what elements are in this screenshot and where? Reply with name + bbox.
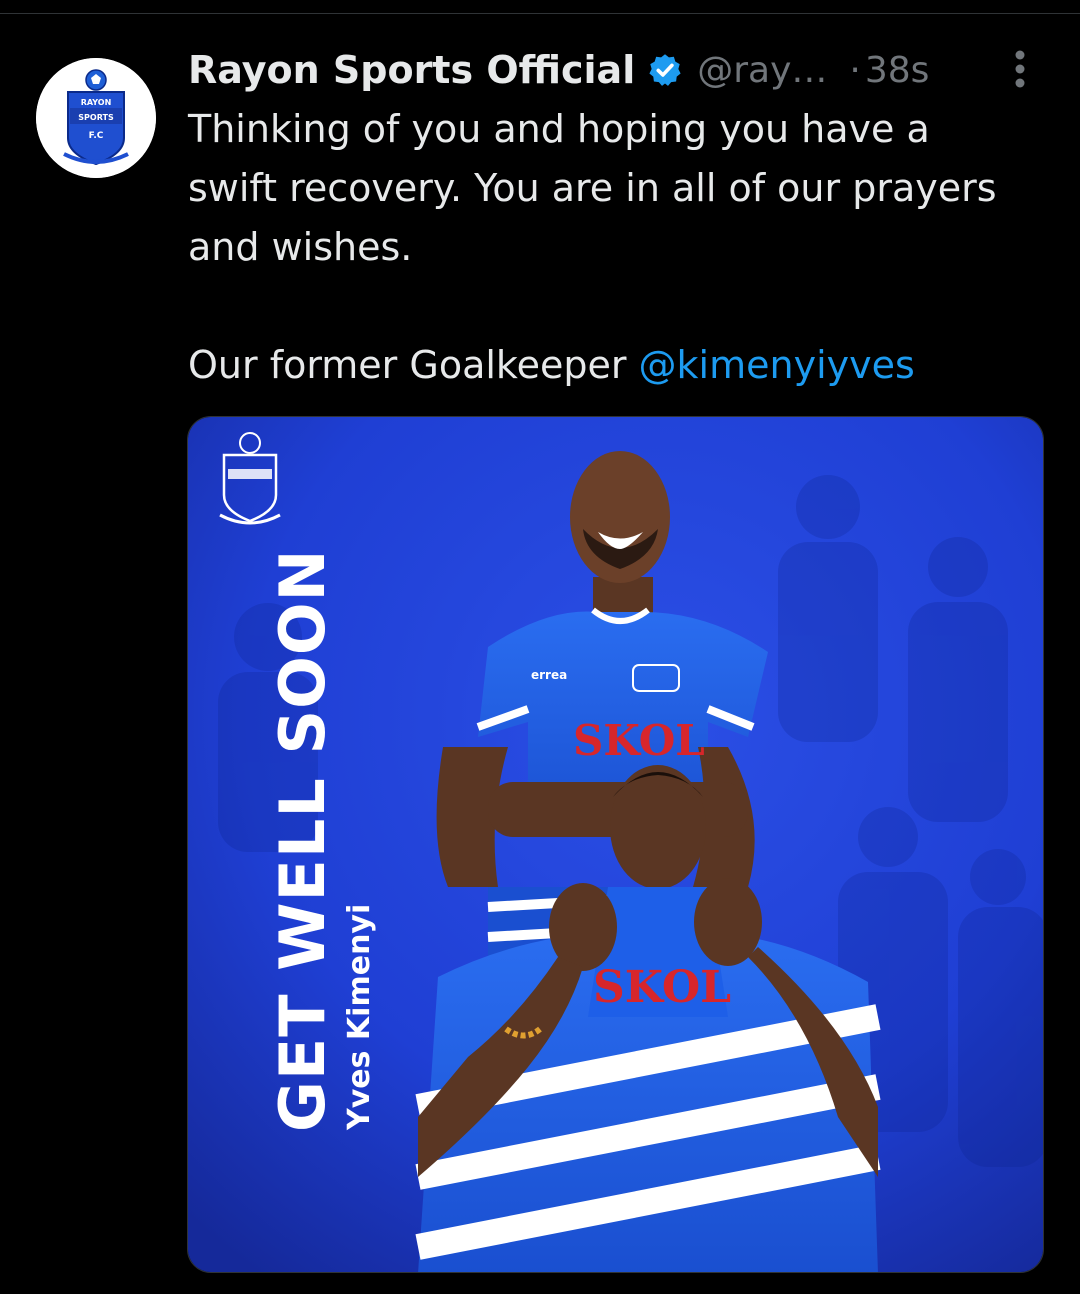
top-divider bbox=[0, 13, 1080, 14]
dot-separator: · bbox=[849, 49, 861, 91]
rayon-sports-crest-icon: RAYON SPORTS F.C bbox=[36, 58, 156, 178]
sponsor-text-back: SKOL bbox=[573, 716, 705, 765]
tweet-text-paragraph-1: Thinking of you and hoping you have a sw… bbox=[188, 107, 997, 269]
author-avatar[interactable]: RAYON SPORTS F.C bbox=[36, 58, 156, 178]
sponsor-text-front: SKOL bbox=[593, 962, 731, 1013]
headline-player-name: Yves Kimenyi bbox=[342, 903, 377, 1130]
timestamp[interactable]: 38s bbox=[865, 50, 930, 91]
more-options-button[interactable] bbox=[1000, 44, 1040, 94]
verified-badge-icon[interactable] bbox=[647, 52, 683, 88]
crest-line-3: F.C bbox=[89, 131, 104, 141]
tweet-text: Thinking of you and hoping you have a sw… bbox=[188, 100, 1028, 395]
crest-line-1: RAYON bbox=[81, 98, 112, 107]
headline-block: GET WELL SOON Yves Kimenyi bbox=[266, 549, 380, 1132]
tweet-text-paragraph-2-prefix: Our former Goalkeeper bbox=[188, 343, 639, 387]
headline-get-well-soon: GET WELL SOON bbox=[266, 548, 339, 1132]
mention-link[interactable]: @kimenyiyves bbox=[639, 343, 915, 387]
crest-line-2: SPORTS bbox=[78, 113, 114, 122]
tweet-media-image[interactable]: SKOL errea SKOL GET WELL SOON Yves Kimen… bbox=[187, 416, 1044, 1273]
vertical-ellipsis-icon bbox=[1015, 50, 1025, 88]
kit-brand-text: errea bbox=[531, 668, 567, 682]
tweet-header: Rayon Sports Official @ray… · 38s bbox=[188, 42, 929, 98]
author-handle[interactable]: @ray… bbox=[697, 50, 827, 91]
author-display-name[interactable]: Rayon Sports Official bbox=[188, 48, 635, 92]
tweet-text-paragraph-2: Our former Goalkeeper @kimenyiyves bbox=[188, 336, 1028, 395]
